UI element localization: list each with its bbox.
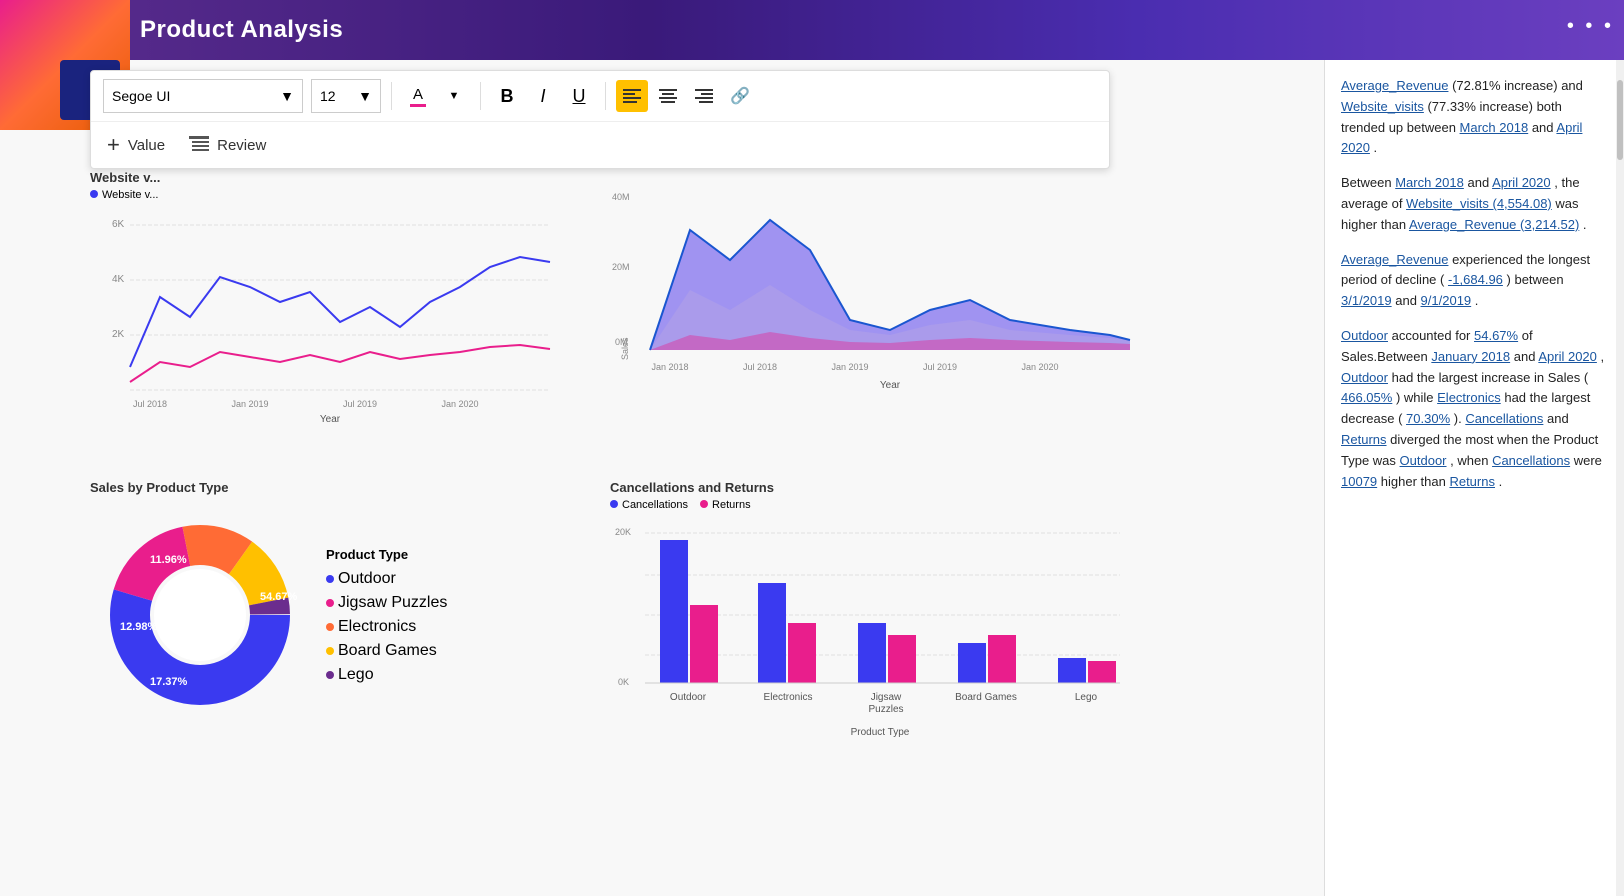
svg-text:Year: Year	[880, 380, 901, 391]
website-legend: Website v...	[90, 189, 590, 201]
website-visits-title: Website v...	[90, 170, 590, 185]
italic-button[interactable]: I	[527, 80, 559, 112]
bar-chart-svg: 20K 0K	[610, 515, 1150, 785]
legend-electronics: Electronics	[326, 618, 447, 636]
separator	[391, 82, 392, 110]
donut-chart-svg: 54.67% 11.96% 12.98% 17.37%	[90, 505, 310, 725]
product-type-legend: Product Type Outdoor Jigsaw Puzzles Elec…	[326, 547, 447, 684]
bold-button[interactable]: B	[491, 80, 523, 112]
cancellations-legend: Cancellations Returns	[610, 499, 1170, 511]
font-size-select[interactable]: 12 ▼	[311, 79, 381, 113]
svg-text:Jan 2018: Jan 2018	[651, 362, 688, 372]
cancellations-chart: Cancellations and Returns Cancellations …	[610, 480, 1170, 830]
svg-text:Jigsaw: Jigsaw	[871, 692, 902, 703]
svg-text:Electronics: Electronics	[764, 692, 813, 703]
legend-jigsaw: Jigsaw Puzzles	[326, 594, 447, 612]
svg-text:Jul 2019: Jul 2019	[923, 362, 957, 372]
align-left-button[interactable]	[616, 80, 648, 112]
svg-text:Puzzles: Puzzles	[868, 704, 903, 715]
svg-text:Sales: Sales	[620, 337, 630, 360]
svg-text:20K: 20K	[615, 527, 631, 537]
toolbar-row1: Segoe UI ▼ 12 ▼ A ▼ B I U	[91, 71, 1109, 122]
svg-text:Jan 2019: Jan 2019	[231, 399, 268, 409]
sales-chart: 40M 20M 0M Jan 2018 Jul 2018 Jan 2019 Ju…	[610, 170, 1170, 450]
font-color-button[interactable]: A	[402, 80, 434, 112]
product-type-title: Sales by Product Type	[90, 480, 590, 495]
svg-text:Outdoor: Outdoor	[670, 692, 707, 703]
scrollbar-track[interactable]	[1616, 60, 1624, 896]
legend-title: Product Type	[326, 547, 447, 562]
product-type-chart: Sales by Product Type	[90, 480, 590, 830]
legend-boardgames: Board Games	[326, 642, 447, 660]
insight-paragraph-2: Between March 2018 and April 2020 , the …	[1341, 173, 1608, 235]
svg-text:54.67%: 54.67%	[260, 591, 298, 603]
separator2	[480, 82, 481, 110]
svg-text:0K: 0K	[618, 677, 629, 687]
main-content: Segoe UI ▼ 12 ▼ A ▼ B I U	[0, 60, 1324, 896]
font-family-select[interactable]: Segoe UI ▼	[103, 79, 303, 113]
review-button[interactable]: Review	[189, 136, 266, 154]
right-panel: Average_Revenue (72.81% increase) and We…	[1324, 60, 1624, 896]
website-visits-svg: 6K 4K 2K Jul 2018 Jan 2019 Jul 2019 Jan …	[90, 207, 570, 427]
svg-text:Jan 2020: Jan 2020	[441, 399, 478, 409]
align-center-icon	[659, 89, 677, 103]
svg-text:40M: 40M	[612, 192, 630, 202]
align-right-icon	[695, 89, 713, 103]
page-title: Product Analysis	[140, 16, 343, 44]
align-left-icon	[623, 89, 641, 103]
svg-text:Jul 2018: Jul 2018	[133, 399, 167, 409]
header: Product Analysis • • •	[0, 0, 1624, 60]
link-button[interactable]: 🔗	[724, 80, 756, 112]
scrollbar-thumb[interactable]	[1617, 80, 1623, 160]
svg-text:20M: 20M	[612, 262, 630, 272]
legend-outdoor: Outdoor	[326, 570, 447, 588]
insight-paragraph-4: Outdoor accounted for 54.67% of Sales.Be…	[1341, 326, 1608, 492]
svg-text:Jan 2020: Jan 2020	[1021, 362, 1058, 372]
review-icon	[189, 136, 209, 154]
color-indicator	[410, 104, 426, 107]
svg-text:12.98%: 12.98%	[120, 621, 158, 633]
add-value-button[interactable]: + Value	[107, 132, 165, 158]
charts-area: Website v... Website v... 6K 4K 2K Jul 2	[90, 160, 1324, 896]
svg-text:Jul 2019: Jul 2019	[343, 399, 377, 409]
legend-lego: Lego	[326, 666, 447, 684]
svg-text:17.37%: 17.37%	[150, 676, 188, 688]
svg-text:Jul 2018: Jul 2018	[743, 362, 777, 372]
align-center-button[interactable]	[652, 80, 684, 112]
svg-text:11.96%: 11.96%	[150, 554, 187, 566]
separator3	[605, 82, 606, 110]
underline-button[interactable]: U	[563, 80, 595, 112]
svg-text:6K: 6K	[112, 219, 125, 230]
svg-text:Year: Year	[320, 414, 341, 425]
insight-paragraph-1: Average_Revenue (72.81% increase) and We…	[1341, 76, 1608, 159]
website-visits-chart: Website v... Website v... 6K 4K 2K Jul 2	[90, 170, 590, 450]
svg-text:Lego: Lego	[1075, 692, 1098, 703]
svg-text:4K: 4K	[112, 274, 125, 285]
cancellations-title: Cancellations and Returns	[610, 480, 1170, 495]
more-options-button[interactable]: • • •	[1567, 15, 1614, 38]
svg-text:Board Games: Board Games	[955, 692, 1017, 703]
toolbar-popup: Segoe UI ▼ 12 ▼ A ▼ B I U	[90, 70, 1110, 169]
svg-text:Product Type: Product Type	[851, 727, 910, 738]
align-right-button[interactable]	[688, 80, 720, 112]
svg-text:2K: 2K	[112, 329, 125, 340]
svg-text:Jan 2019: Jan 2019	[831, 362, 868, 372]
toolbar-row2: + Value Review	[91, 122, 1109, 168]
color-picker-button[interactable]: ▼	[438, 80, 470, 112]
sales-svg: 40M 20M 0M Jan 2018 Jul 2018 Jan 2019 Ju…	[610, 170, 1150, 410]
insight-paragraph-3: Average_Revenue experienced the longest …	[1341, 250, 1608, 312]
